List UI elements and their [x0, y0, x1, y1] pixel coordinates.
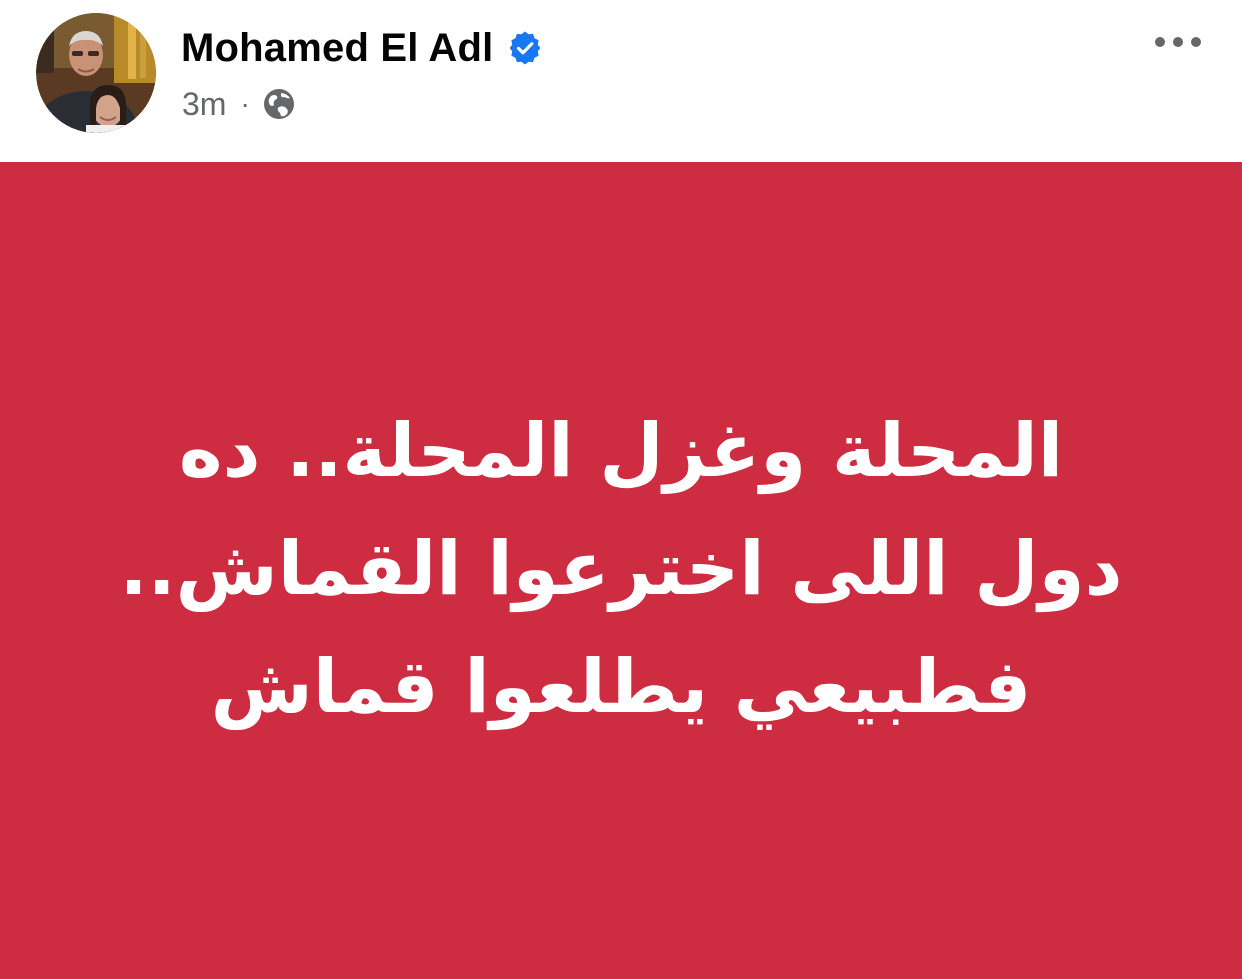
post-text-line: دول اللى اخترعوا القماش.. — [119, 525, 1123, 612]
post-header: Mohamed El Adl 3m · — [0, 0, 1242, 162]
author-row: Mohamed El Adl — [181, 22, 543, 74]
avatar-photo-icon — [36, 13, 156, 133]
verified-badge-icon — [507, 30, 543, 66]
meta-separator: · — [240, 88, 250, 119]
facebook-post: Mohamed El Adl 3m · المحلة وغزل المحلة..… — [0, 0, 1242, 979]
author-avatar[interactable] — [36, 13, 156, 133]
post-background: المحلة وغزل المحلة.. ده دول اللى اخترعوا… — [0, 162, 1242, 979]
globe-icon[interactable] — [262, 87, 296, 121]
more-options-button[interactable] — [1148, 22, 1208, 62]
post-text-line: المحلة وغزل المحلة.. ده — [178, 407, 1064, 494]
author-name[interactable]: Mohamed El Adl — [181, 22, 493, 74]
post-text-line: فطبيعي يطلعوا قماش — [210, 643, 1032, 730]
post-timestamp[interactable]: 3m — [182, 80, 226, 128]
post-meta: 3m · — [182, 80, 296, 128]
more-horizontal-icon — [1155, 37, 1201, 47]
post-text: المحلة وغزل المحلة.. ده دول اللى اخترعوا… — [119, 392, 1122, 746]
